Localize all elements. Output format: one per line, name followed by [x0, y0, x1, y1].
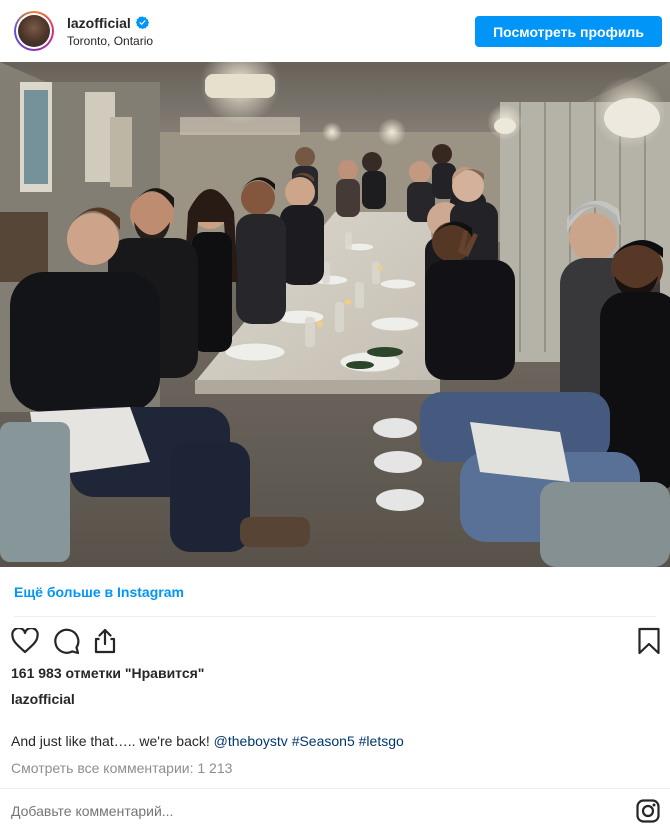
avatar-photo: [18, 15, 50, 47]
more-on-instagram-row: Ещё больше в Instagram: [0, 567, 670, 617]
group-dinner-photo: [0, 62, 670, 567]
likes-count[interactable]: 161 983 отметки "Нравится": [11, 665, 204, 681]
hashtag-link[interactable]: #letsgo: [359, 733, 404, 749]
post-header: lazofficial Toronto, Ontario Посмотреть …: [0, 0, 670, 62]
verified-badge-icon: [135, 16, 149, 29]
username-link[interactable]: lazofficial: [67, 15, 131, 31]
instagram-embed-card: lazofficial Toronto, Ontario Посмотреть …: [0, 0, 670, 832]
caption-username[interactable]: lazofficial: [11, 691, 75, 707]
view-all-comments-link[interactable]: Смотреть все комментарии: 1 213: [11, 760, 232, 776]
mention-link[interactable]: @theboystv: [214, 733, 288, 749]
view-profile-button[interactable]: Посмотреть профиль: [475, 16, 662, 47]
hashtag-link[interactable]: #Season5: [292, 733, 355, 749]
heart-icon[interactable]: [10, 626, 40, 656]
share-icon[interactable]: [90, 626, 120, 656]
location-link[interactable]: Toronto, Ontario: [67, 34, 153, 48]
comment-bubble-icon[interactable]: [51, 626, 81, 656]
divider: [14, 616, 656, 617]
instagram-logo-icon[interactable]: [636, 799, 660, 823]
comment-input[interactable]: [11, 803, 511, 819]
avatar[interactable]: [14, 11, 54, 51]
bookmark-icon[interactable]: [634, 626, 664, 656]
caption: And just like that….. we're back! @thebo…: [11, 733, 404, 749]
post-photo[interactable]: [0, 62, 670, 567]
author-info: lazofficial Toronto, Ontario: [67, 15, 153, 48]
post-actions: [0, 620, 670, 662]
caption-text: And just like that….. we're back!: [11, 733, 210, 749]
more-on-instagram-link[interactable]: Ещё больше в Instagram: [14, 584, 184, 600]
comment-bar: [0, 788, 670, 832]
